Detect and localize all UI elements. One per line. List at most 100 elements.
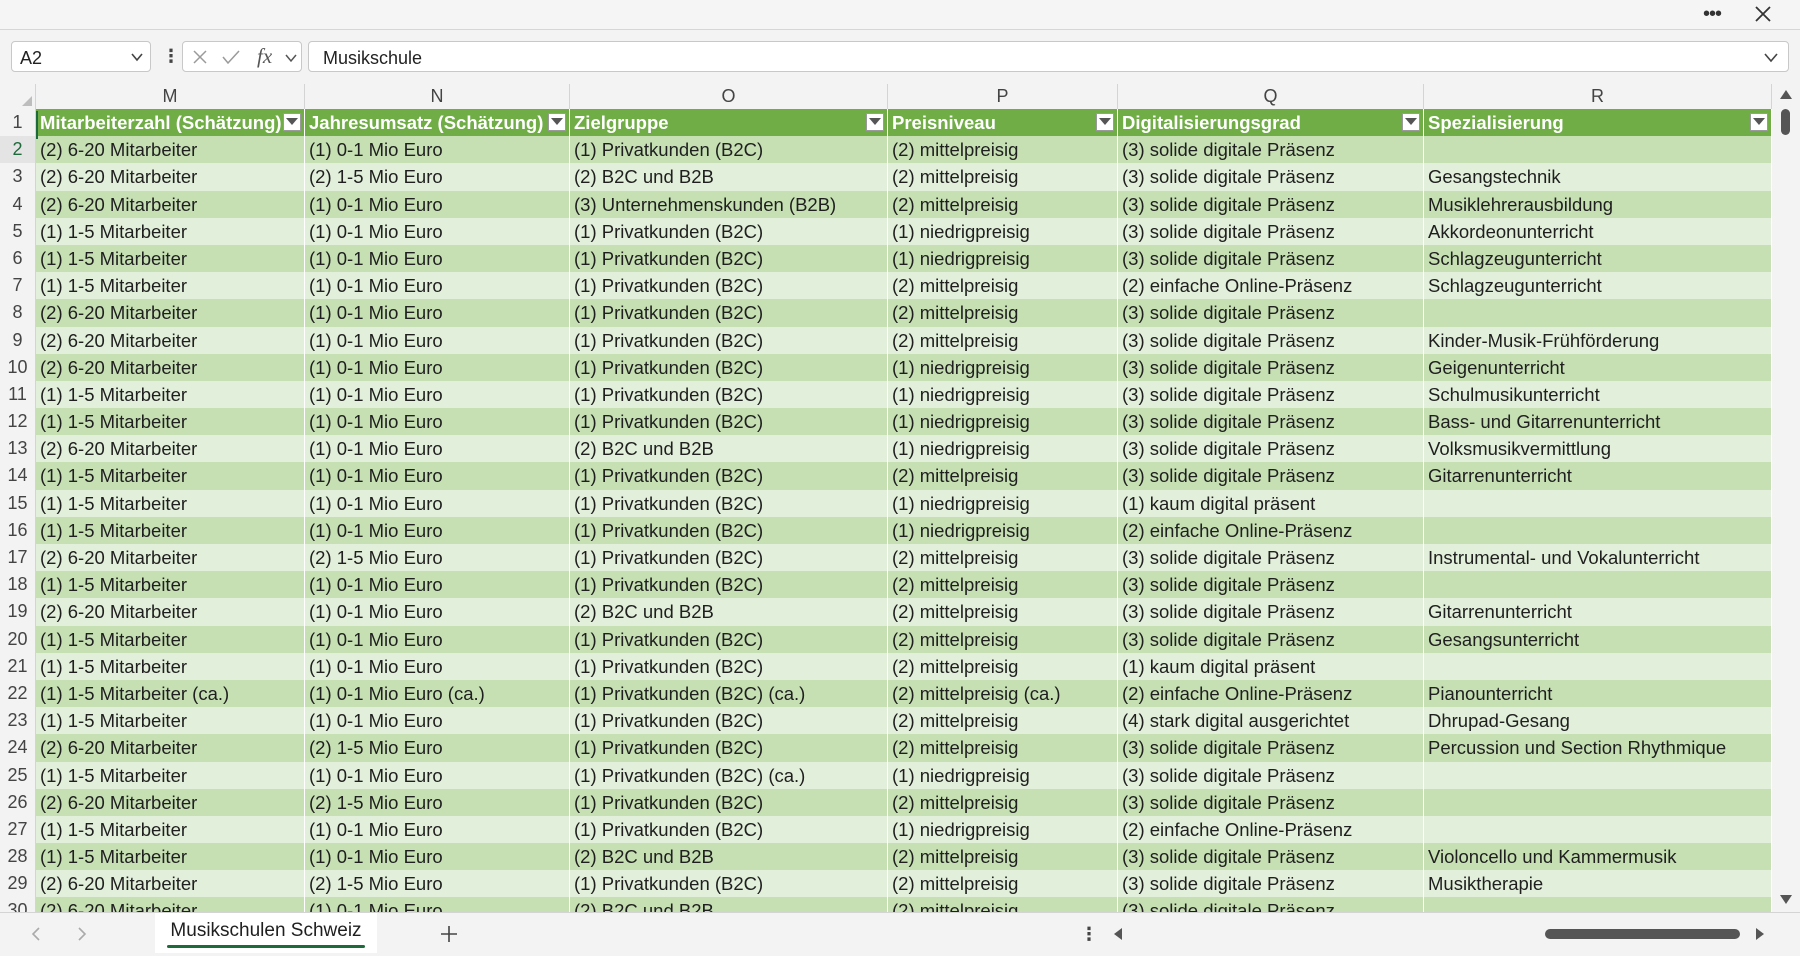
table-cell[interactable]: (1) 1-5 Mitarbeiter — [36, 272, 305, 300]
table-cell[interactable]: (3) solide digitale Präsenz — [1118, 843, 1424, 871]
table-cell[interactable]: (1) 0-1 Mio Euro — [305, 652, 570, 680]
table-cell[interactable]: (1) Privatkunden (B2C) — [570, 244, 888, 273]
row-number[interactable]: 12 — [0, 408, 36, 436]
table-header-cell[interactable]: Jahresumsatz (Schätzung) — [305, 109, 570, 137]
more-options-icon[interactable]: ••• — [1700, 4, 1724, 24]
table-cell[interactable]: (1) 1-5 Mitarbeiter — [36, 843, 305, 871]
chevron-right-icon[interactable] — [76, 926, 88, 942]
table-cell[interactable]: (3) solide digitale Präsenz — [1118, 788, 1424, 816]
table-cell[interactable]: (2) mittelpreisig — [888, 326, 1118, 354]
row-number[interactable]: 8 — [0, 299, 36, 327]
table-cell[interactable]: (2) 1-5 Mio Euro — [305, 870, 570, 898]
vertical-scroll-thumb[interactable] — [1781, 109, 1790, 135]
row-number[interactable]: 14 — [0, 462, 36, 490]
table-cell[interactable]: (2) mittelpreisig — [888, 734, 1118, 762]
table-cell[interactable]: (4) stark digital ausgerichtet — [1118, 707, 1424, 735]
table-cell[interactable]: (1) 1-5 Mitarbeiter — [36, 489, 305, 517]
row-number[interactable]: 30 — [0, 897, 36, 912]
table-cell[interactable]: (3) solide digitale Präsenz — [1118, 544, 1424, 572]
sheet-tab-active[interactable]: Musikschulen Schweiz — [155, 913, 377, 953]
table-cell[interactable]: Gitarrenunterricht — [1424, 598, 1772, 626]
table-cell[interactable]: (1) 0-1 Mio Euro — [305, 190, 570, 218]
table-cell[interactable]: Percussion und Section Rhythmique — [1424, 734, 1772, 762]
table-cell[interactable]: (3) solide digitale Präsenz — [1118, 136, 1424, 164]
table-cell[interactable]: (2) B2C und B2B — [570, 435, 888, 463]
row-number[interactable]: 1 — [0, 109, 36, 137]
row-number[interactable]: 22 — [0, 679, 36, 708]
table-cell[interactable] — [1424, 136, 1772, 164]
table-cell[interactable]: (2) 6-20 Mitarbeiter — [36, 788, 305, 816]
table-cell[interactable]: (2) 1-5 Mio Euro — [305, 163, 570, 191]
table-cell[interactable]: (1) 0-1 Mio Euro (ca.) — [305, 679, 570, 708]
table-cell[interactable] — [1424, 489, 1772, 517]
table-cell[interactable]: (1) 1-5 Mitarbeiter — [36, 244, 305, 273]
table-cell[interactable]: (1) 0-1 Mio Euro — [305, 761, 570, 789]
table-cell[interactable]: Pianounterricht — [1424, 679, 1772, 708]
table-cell[interactable]: (1) Privatkunden (B2C) — [570, 652, 888, 680]
table-cell[interactable]: (1) Privatkunden (B2C) — [570, 870, 888, 898]
table-cell[interactable]: (1) niedrigpreisig — [888, 244, 1118, 273]
table-cell[interactable]: (2) mittelpreisig — [888, 462, 1118, 490]
table-cell[interactable]: (2) B2C und B2B — [570, 598, 888, 626]
row-number[interactable]: 4 — [0, 190, 36, 218]
table-cell[interactable]: (2) 6-20 Mitarbeiter — [36, 190, 305, 218]
table-cell[interactable]: (1) 1-5 Mitarbeiter — [36, 571, 305, 599]
row-number[interactable]: 24 — [0, 734, 36, 762]
scroll-right-icon[interactable] — [1755, 927, 1765, 941]
table-cell[interactable]: (1) niedrigpreisig — [888, 380, 1118, 409]
table-cell[interactable]: (3) solide digitale Präsenz — [1118, 571, 1424, 599]
row-number[interactable]: 28 — [0, 843, 36, 871]
table-cell[interactable]: (1) niedrigpreisig — [888, 435, 1118, 463]
table-cell[interactable]: (1) 0-1 Mio Euro — [305, 571, 570, 599]
table-cell[interactable]: (1) kaum digital präsent — [1118, 652, 1424, 680]
check-icon[interactable] — [222, 49, 240, 65]
table-cell[interactable]: (1) Privatkunden (B2C) — [570, 380, 888, 409]
table-cell[interactable]: (2) einfache Online-Präsenz — [1118, 516, 1424, 544]
filter-dropdown-icon[interactable] — [1402, 113, 1420, 131]
table-cell[interactable]: (3) solide digitale Präsenz — [1118, 598, 1424, 626]
table-cell[interactable]: (3) Unternehmenskunden (B2B) — [570, 190, 888, 218]
table-cell[interactable]: (1) 0-1 Mio Euro — [305, 815, 570, 844]
row-number[interactable]: 23 — [0, 707, 36, 735]
table-cell[interactable]: (1) 0-1 Mio Euro — [305, 707, 570, 735]
column-header-r[interactable]: R — [1424, 84, 1772, 109]
close-icon[interactable] — [1753, 4, 1773, 24]
column-header-q[interactable]: Q — [1118, 84, 1424, 109]
table-cell[interactable]: (3) solide digitale Präsenz — [1118, 408, 1424, 436]
table-cell[interactable]: (2) mittelpreisig — [888, 870, 1118, 898]
table-cell[interactable]: (1) Privatkunden (B2C) — [570, 707, 888, 735]
row-number[interactable]: 7 — [0, 272, 36, 300]
table-cell[interactable]: (2) 6-20 Mitarbeiter — [36, 299, 305, 327]
table-cell[interactable]: Kinder-Musik-Frühförderung — [1424, 326, 1772, 354]
table-cell[interactable]: (3) solide digitale Präsenz — [1118, 353, 1424, 381]
filter-dropdown-icon[interactable] — [1750, 113, 1768, 131]
table-cell[interactable]: (2) B2C und B2B — [570, 843, 888, 871]
table-cell[interactable]: (3) solide digitale Präsenz — [1118, 299, 1424, 327]
table-cell[interactable]: Instrumental- und Vokalunterricht — [1424, 544, 1772, 572]
table-cell[interactable]: (1) Privatkunden (B2C) — [570, 353, 888, 381]
formula-bar-options-icon[interactable]: ⋮ — [162, 46, 180, 66]
table-cell[interactable]: (1) niedrigpreisig — [888, 489, 1118, 517]
filter-dropdown-icon[interactable] — [866, 113, 884, 131]
table-cell[interactable]: (1) 1-5 Mitarbeiter — [36, 408, 305, 436]
row-number[interactable]: 20 — [0, 625, 36, 653]
row-number[interactable]: 27 — [0, 815, 36, 844]
row-number[interactable]: 17 — [0, 544, 36, 572]
table-cell[interactable] — [1424, 788, 1772, 816]
table-cell[interactable]: (2) 1-5 Mio Euro — [305, 788, 570, 816]
formula-value[interactable]: Musikschule — [323, 48, 422, 69]
table-cell[interactable]: Musiktherapie — [1424, 870, 1772, 898]
table-cell[interactable]: (1) 1-5 Mitarbeiter — [36, 516, 305, 544]
column-header-n[interactable]: N — [305, 84, 570, 109]
cancel-icon[interactable] — [192, 49, 208, 65]
table-cell[interactable]: (1) 1-5 Mitarbeiter — [36, 707, 305, 735]
row-number[interactable]: 25 — [0, 761, 36, 789]
table-cell[interactable]: (1) Privatkunden (B2C) — [570, 272, 888, 300]
table-cell[interactable] — [1424, 652, 1772, 680]
table-cell[interactable]: (1) 0-1 Mio Euro — [305, 625, 570, 653]
scroll-up-icon[interactable] — [1779, 88, 1793, 100]
table-cell[interactable]: (1) 1-5 Mitarbeiter — [36, 761, 305, 789]
table-cell[interactable]: (1) 1-5 Mitarbeiter — [36, 380, 305, 409]
table-cell[interactable]: Gitarrenunterricht — [1424, 462, 1772, 490]
table-cell[interactable]: (2) 6-20 Mitarbeiter — [36, 870, 305, 898]
